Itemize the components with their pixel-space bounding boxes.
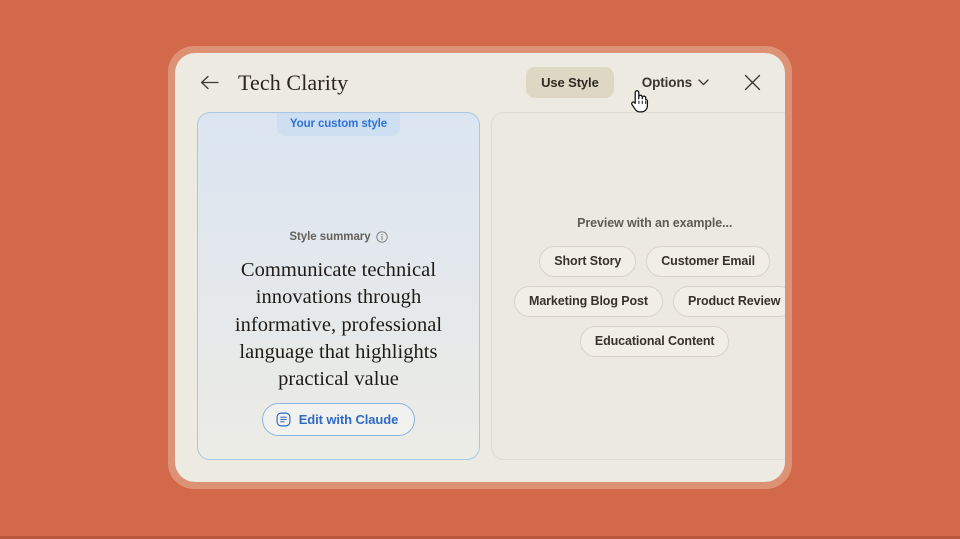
use-style-button[interactable]: Use Style [526, 67, 614, 98]
preview-example-chips: Short Story Customer Email Marketing Blog … [514, 245, 785, 357]
modal-header: Tech Clarity Use Style Options [175, 53, 785, 112]
page-title: Tech Clarity [238, 69, 349, 95]
edit-with-claude-label: Edit with Claude [298, 412, 399, 427]
style-summary-label-text: Style summary [289, 231, 371, 243]
style-summary-text: Communicate technical innovations throug… [234, 259, 443, 390]
style-modal: Tech Clarity Use Style Options Your cust… [175, 53, 785, 482]
style-summary-label: Style summary [289, 231, 388, 243]
close-button[interactable] [737, 68, 767, 98]
example-chip[interactable]: Product Review [672, 285, 785, 317]
example-chip[interactable]: Short Story [539, 245, 637, 277]
example-chip[interactable]: Educational Content [579, 325, 730, 357]
preview-card: Preview with an example... Short Story Cu… [491, 112, 785, 460]
chip-row: Educational Content [579, 325, 730, 357]
preview-label: Preview with an example... [577, 215, 733, 230]
example-chip[interactable]: Marketing Blog Post [514, 285, 663, 317]
back-button[interactable] [197, 71, 221, 95]
arrow-left-icon [200, 75, 219, 90]
custom-style-badge: Your custom style [276, 113, 401, 136]
close-icon [744, 74, 760, 91]
window-frame: Tech Clarity Use Style Options Your cust… [168, 46, 792, 489]
options-label: Options [641, 75, 692, 90]
chat-bubble-icon [276, 412, 291, 427]
chevron-down-icon [698, 79, 709, 86]
options-button[interactable]: Options [638, 67, 713, 98]
edit-button-wrap: Edit with Claude [261, 403, 416, 436]
example-chip[interactable]: Customer Email [646, 245, 771, 277]
edit-with-claude-button[interactable]: Edit with Claude [261, 403, 416, 436]
info-icon[interactable] [375, 231, 388, 243]
modal-body: Your custom style Style summary Communic… [175, 112, 785, 482]
chip-row: Short Story Customer Email [539, 245, 771, 277]
chip-row: Marketing Blog Post Product Review [514, 285, 785, 317]
style-summary-card: Your custom style Style summary Communic… [197, 112, 480, 460]
